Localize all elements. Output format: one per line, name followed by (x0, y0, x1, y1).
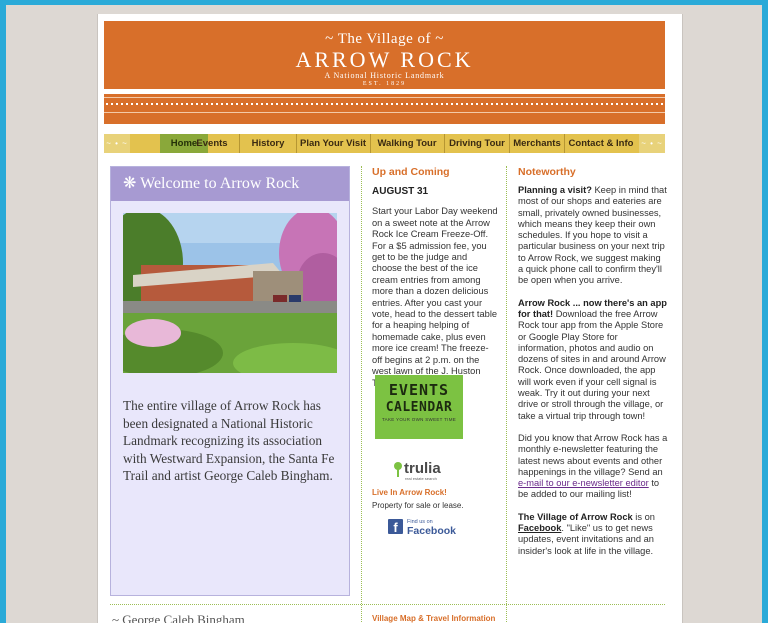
event-date: AUGUST 31 (372, 186, 429, 197)
parked-car (273, 295, 287, 302)
village-photo-image (123, 213, 337, 373)
header-subtitle: A National Historic Landmark (324, 71, 445, 80)
welcome-panel: ❋ Welcome to Arrow Rock The entire villa… (110, 166, 350, 596)
decorative-band (104, 94, 665, 124)
note-app-text: Download the free Arrow Rock tour app fr… (518, 308, 666, 421)
facebook-badge[interactable]: f Find us on Facebook (388, 519, 468, 537)
bingham-heading-partial: ~ George Caleb Bingham (112, 612, 245, 623)
events-calendar-badge[interactable]: EVENTS CALENDAR TAKE YOUR OWN SWEET TIME (375, 375, 463, 439)
band-line-bottom (104, 112, 665, 113)
column-divider (361, 166, 362, 623)
band-line-top (104, 97, 665, 98)
events-badge-line2: CALENDAR (385, 400, 453, 415)
parked-car (289, 295, 301, 302)
note-newsletter: Did you know that Arrow Rock has a month… (518, 433, 668, 501)
trulia-pin-stem (397, 468, 399, 477)
site-title: ARROW ROCK (295, 47, 474, 72)
header-top-line: ~ The Village of ~ (325, 31, 444, 47)
flowering-bush (125, 319, 181, 347)
note-planning: Planning a visit? Keep in mind that most… (518, 185, 668, 287)
trulia-logo[interactable]: trulia real estate search (392, 460, 452, 482)
facebook-badge-big: Facebook (407, 525, 457, 537)
property-text: Property for sale or lease. (372, 501, 464, 510)
note-facebook: The Village of Arrow Rock is on Facebook… (518, 512, 668, 557)
note-facebook-mid: is on (632, 511, 655, 522)
flower-icon: ❋ (123, 175, 137, 192)
nav-item-driving-tour[interactable]: Driving Tour (445, 134, 509, 153)
events-badge-line1: EVENTS (388, 381, 450, 399)
main-nav: ~ • ~ Home Events History Plan Your Visi… (104, 134, 665, 153)
newsletter-email-link[interactable]: e-mail to our e-newsletter editor (518, 478, 649, 488)
welcome-heading-text: Welcome to Arrow Rock (140, 175, 300, 192)
header-established: EST. 1829 (362, 81, 407, 87)
page-container: ~ The Village of ~ ARROW ROCK A National… (97, 14, 683, 623)
facebook-link[interactable]: Facebook (518, 523, 561, 533)
nav-item-history[interactable]: History (240, 134, 296, 153)
street (123, 301, 337, 313)
live-in-arrow-rock-link[interactable]: Live In Arrow Rock! (372, 488, 447, 497)
upcoming-heading: Up and Coming (372, 166, 450, 178)
note-planning-bold: Planning a visit? (518, 185, 592, 195)
events-badge-tagline: TAKE YOUR OWN SWEET TIME (381, 417, 457, 422)
noteworthy-heading: Noteworthy (518, 166, 576, 178)
facebook-icon: f (388, 519, 403, 535)
nav-item-plan-your-visit[interactable]: Plan Your Visit (297, 134, 369, 153)
note-facebook-bold: The Village of Arrow Rock (518, 511, 633, 522)
note-newsletter-text-a: Did you know that Arrow Rock has a month… (518, 432, 668, 477)
village-street-photo (123, 213, 337, 373)
nav-left-cap: ~ • ~ (104, 134, 130, 153)
nav-right-cap: ~ • ~ (639, 134, 665, 153)
welcome-heading: ❋ Welcome to Arrow Rock (111, 167, 349, 201)
trulia-tagline: real estate search (405, 476, 437, 481)
nav-item-merchants[interactable]: Merchants (510, 134, 564, 153)
welcome-intro-text: The entire village of Arrow Rock has bee… (123, 398, 335, 484)
browser-viewport: ~ The Village of ~ ARROW ROCK A National… (6, 5, 762, 623)
nav-item-events[interactable]: Events (186, 134, 238, 153)
nav-item-contact-info[interactable]: Contact & Info (565, 134, 637, 153)
trulia-wordmark: trulia (404, 460, 441, 477)
nav-item-walking-tour[interactable]: Walking Tour (371, 134, 443, 153)
section-divider (110, 604, 665, 605)
noteworthy-section: Planning a visit? Keep in mind that most… (518, 185, 668, 568)
upcoming-section: AUGUST 31 Start your Labor Day weekend o… (372, 186, 498, 389)
event-description: Start your Labor Day weekend on a sweet … (372, 206, 498, 387)
note-app: Arrow Rock ... now there's an app for th… (518, 298, 668, 422)
band-dots (106, 103, 663, 105)
note-planning-text: Keep in mind that most of our shops and … (518, 185, 667, 286)
site-header-banner[interactable]: ~ The Village of ~ ARROW ROCK A National… (104, 21, 665, 89)
column-divider (506, 166, 507, 623)
map-heading-partial: Village Map & Travel Information (372, 614, 496, 623)
